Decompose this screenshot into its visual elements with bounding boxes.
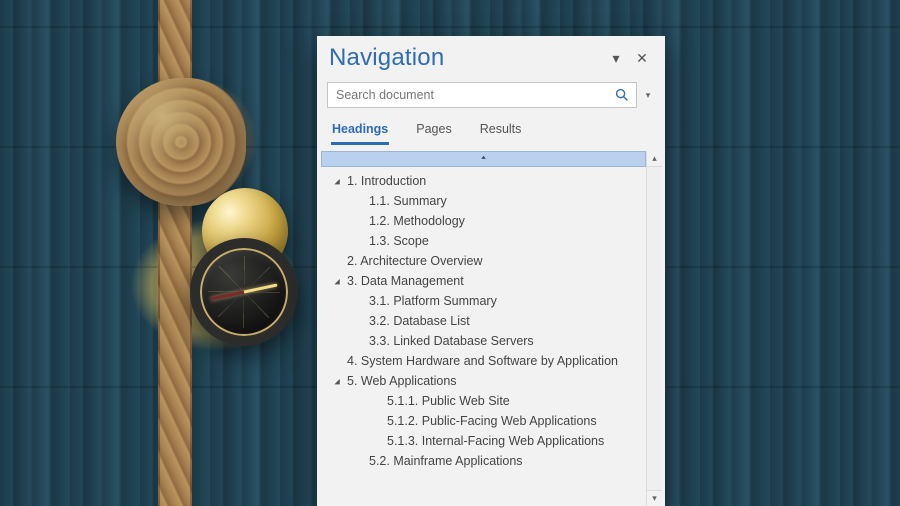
outline-item[interactable]: ▸5.1.1. Public Web Site	[321, 391, 646, 411]
outline-item[interactable]: ▸5.2. Mainframe Applications	[321, 451, 646, 471]
outline-item-label: 3.3. Linked Database Servers	[369, 334, 534, 348]
desktop-background: Navigation ▾ ✕ ▾	[0, 0, 900, 506]
panel-options-button[interactable]: ▾	[603, 46, 629, 70]
tab-headings[interactable]: Headings	[331, 118, 389, 145]
outline-item-label: 3.2. Database List	[369, 314, 470, 328]
scrollbar[interactable]: ▴ ▾	[646, 151, 661, 506]
panel-close-button[interactable]: ✕	[629, 46, 655, 70]
tab-pages[interactable]: Pages	[415, 118, 452, 145]
outline-item-label: 5.1.1. Public Web Site	[387, 394, 510, 408]
outline-item[interactable]: ▸1.3. Scope	[321, 231, 646, 251]
outline-item-label: 2. Architecture Overview	[347, 254, 482, 268]
tab-results[interactable]: Results	[479, 118, 523, 145]
outline-item-label: 1.3. Scope	[369, 234, 429, 248]
caret-down-icon: ▾	[646, 90, 651, 101]
search-row: ▾	[317, 76, 665, 114]
outline-item[interactable]: ▸2. Architecture Overview	[321, 251, 646, 271]
outline-item[interactable]: ▸3.2. Database List	[321, 311, 646, 331]
outline-top-strip[interactable]	[321, 151, 646, 167]
collapse-caret-icon[interactable]: ◢	[333, 377, 342, 385]
rope-decoration	[158, 0, 192, 506]
search-box[interactable]	[327, 82, 637, 108]
search-options-button[interactable]: ▾	[641, 82, 655, 108]
outline-item[interactable]: ▸5.1.2. Public-Facing Web Applications	[321, 411, 646, 431]
outline-item-label: 5.2. Mainframe Applications	[369, 454, 523, 468]
panel-header: Navigation ▾ ✕	[317, 36, 665, 76]
outline-item-label: 1.2. Methodology	[369, 214, 465, 228]
outline-item-label: 5. Web Applications	[347, 374, 457, 388]
scroll-down-button[interactable]: ▾	[647, 490, 662, 506]
collapse-caret-icon[interactable]: ◢	[333, 177, 342, 185]
search-input[interactable]	[336, 88, 612, 102]
outline-item[interactable]: ◢ 3. Data Management	[321, 271, 646, 291]
outline-item[interactable]: ◢ 5. Web Applications	[321, 371, 646, 391]
outline-item[interactable]: ◢ 1. Introduction	[321, 171, 646, 191]
outline-item[interactable]: ▸4. System Hardware and Software by Appl…	[321, 351, 646, 371]
outline-item-label: 1.1. Summary	[369, 194, 447, 208]
rope-knot-decoration	[116, 78, 246, 206]
outline-item-label: 4. System Hardware and Software by Appli…	[347, 354, 618, 368]
outline-container: ◢ 1. Introduction ▸1.1. Summary▸1.2. Metho…	[321, 151, 661, 506]
navigation-panel: Navigation ▾ ✕ ▾	[317, 36, 665, 506]
outline-item[interactable]: ▸1.2. Methodology	[321, 211, 646, 231]
search-icon[interactable]	[612, 85, 632, 105]
outline-item[interactable]: ▸3.1. Platform Summary	[321, 291, 646, 311]
outline-item-label: 1. Introduction	[347, 174, 426, 188]
outline-item-label: 3.1. Platform Summary	[369, 294, 497, 308]
outline-tree[interactable]: ◢ 1. Introduction ▸1.1. Summary▸1.2. Metho…	[321, 151, 646, 506]
outline-item[interactable]: ▸1.1. Summary	[321, 191, 646, 211]
compass-decoration	[190, 238, 298, 346]
close-icon: ✕	[636, 50, 648, 67]
outline-item-label: 5.1.2. Public-Facing Web Applications	[387, 414, 597, 428]
outline-item-label: 3. Data Management	[347, 274, 464, 288]
scroll-up-button[interactable]: ▴	[647, 151, 662, 167]
outline-item-label: 5.1.3. Internal-Facing Web Applications	[387, 434, 604, 448]
tab-bar: Headings Pages Results	[317, 114, 665, 145]
panel-title: Navigation	[329, 44, 603, 72]
outline-item[interactable]: ▸3.3. Linked Database Servers	[321, 331, 646, 351]
collapse-caret-icon[interactable]: ◢	[333, 277, 342, 285]
outline-item[interactable]: ▸5.1.3. Internal-Facing Web Applications	[321, 431, 646, 451]
chevron-down-icon: ▾	[612, 50, 619, 67]
